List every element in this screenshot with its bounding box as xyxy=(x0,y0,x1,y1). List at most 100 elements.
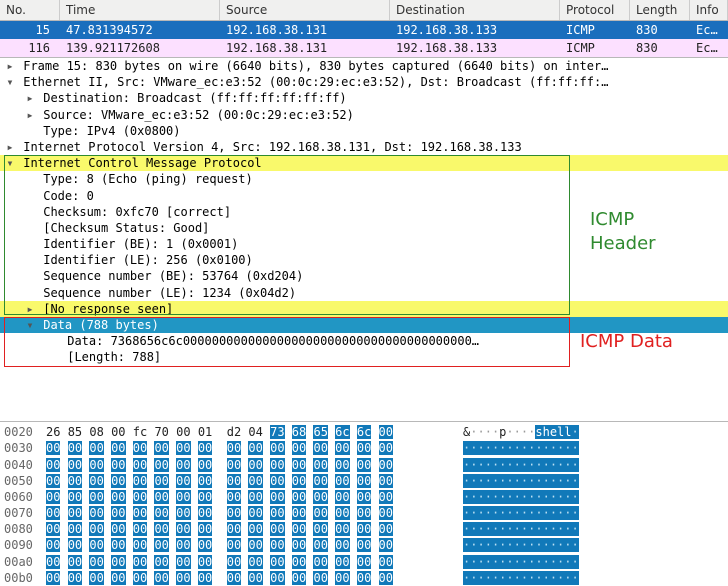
disclosure-triangle-icon[interactable]: ▸ xyxy=(24,107,36,123)
tree-text: Code: 0 xyxy=(36,189,94,203)
col-proto[interactable]: Protocol xyxy=(560,0,630,20)
col-no[interactable]: No. xyxy=(0,0,60,20)
tree-line[interactable]: ▾ Data (788 bytes) xyxy=(0,317,728,333)
cell-src: 192.168.38.131 xyxy=(220,39,390,57)
cell-proto: ICMP xyxy=(560,21,630,39)
hex-offset: 00b0 xyxy=(4,570,46,586)
tree-line[interactable]: ▸ Identifier (LE): 256 (0x0100) xyxy=(0,252,728,268)
packet-list-header: No. Time Source Destination Protocol Len… xyxy=(0,0,728,21)
tree-text: [No response seen] xyxy=(36,302,173,316)
tree-line[interactable]: ▸ Code: 0 xyxy=(0,188,728,204)
tree-line[interactable]: ▸ Type: 8 (Echo (ping) request) xyxy=(0,171,728,187)
cell-no: 15 xyxy=(0,21,60,39)
cell-dst: 192.168.38.133 xyxy=(390,21,560,39)
cell-dst: 192.168.38.133 xyxy=(390,39,560,57)
tree-line[interactable]: ▸ Checksum: 0xfc70 [correct] xyxy=(0,204,728,220)
cell-no: 116 xyxy=(0,39,60,57)
hex-row[interactable]: 006000 00 00 00 00 00 00 00 00 00 00 00 … xyxy=(4,489,724,505)
tree-line[interactable]: ▸ [Length: 788] xyxy=(0,349,728,365)
hex-ascii: ················ xyxy=(451,489,724,505)
hex-offset: 00a0 xyxy=(4,554,46,570)
hex-row[interactable]: 004000 00 00 00 00 00 00 00 00 00 00 00 … xyxy=(4,457,724,473)
hex-ascii: &····p····shell· xyxy=(451,424,724,440)
hex-bytes: 00 00 00 00 00 00 00 00 00 00 00 00 00 0… xyxy=(46,489,451,505)
hex-offset: 0030 xyxy=(4,440,46,456)
hex-row[interactable]: 008000 00 00 00 00 00 00 00 00 00 00 00 … xyxy=(4,521,724,537)
tree-text: Destination: Broadcast (ff:ff:ff:ff:ff:f… xyxy=(36,91,347,105)
hex-dump: 002026 85 08 00 fc 70 00 01 d2 04 73 68 … xyxy=(0,422,728,586)
tree-line[interactable]: ▸ Sequence number (BE): 53764 (0xd204) xyxy=(0,268,728,284)
cell-time: 47.831394572 xyxy=(60,21,220,39)
tree-text: Identifier (LE): 256 (0x0100) xyxy=(36,253,253,267)
hex-row[interactable]: 005000 00 00 00 00 00 00 00 00 00 00 00 … xyxy=(4,473,724,489)
hex-row[interactable]: 003000 00 00 00 00 00 00 00 00 00 00 00 … xyxy=(4,440,724,456)
cell-info: Ec… xyxy=(690,39,728,57)
hex-offset: 0090 xyxy=(4,537,46,553)
tree-line[interactable]: ▸ Internet Protocol Version 4, Src: 192.… xyxy=(0,139,728,155)
hex-offset: 0060 xyxy=(4,489,46,505)
packet-row[interactable]: 116139.921172608192.168.38.131192.168.38… xyxy=(0,39,728,57)
col-src[interactable]: Source xyxy=(220,0,390,20)
tree-line[interactable]: ▸ Data: 7368656c6c0000000000000000000000… xyxy=(0,333,728,349)
hex-row[interactable]: 007000 00 00 00 00 00 00 00 00 00 00 00 … xyxy=(4,505,724,521)
tree-line[interactable]: ▸ Destination: Broadcast (ff:ff:ff:ff:ff… xyxy=(0,90,728,106)
hex-bytes: 00 00 00 00 00 00 00 00 00 00 00 00 00 0… xyxy=(46,537,451,553)
cell-src: 192.168.38.131 xyxy=(220,21,390,39)
col-time[interactable]: Time xyxy=(60,0,220,20)
tree-line[interactable]: ▸ Identifier (BE): 1 (0x0001) xyxy=(0,236,728,252)
hex-offset: 0040 xyxy=(4,457,46,473)
hex-offset: 0070 xyxy=(4,505,46,521)
cell-time: 139.921172608 xyxy=(60,39,220,57)
hex-ascii: ················ xyxy=(451,457,724,473)
hex-bytes: 00 00 00 00 00 00 00 00 00 00 00 00 00 0… xyxy=(46,473,451,489)
hex-offset: 0050 xyxy=(4,473,46,489)
tree-line[interactable]: ▸ Source: VMware_ec:e3:52 (00:0c:29:ec:e… xyxy=(0,107,728,123)
tree-text: Identifier (BE): 1 (0x0001) xyxy=(36,237,238,251)
hex-ascii: ················ xyxy=(451,570,724,586)
col-len[interactable]: Length xyxy=(630,0,690,20)
hex-ascii: ················ xyxy=(451,473,724,489)
tree-line[interactable]: ▸ [No response seen] xyxy=(0,301,728,317)
hex-bytes: 26 85 08 00 fc 70 00 01 d2 04 73 68 65 6… xyxy=(46,424,451,440)
hex-ascii: ················ xyxy=(451,440,724,456)
packet-row[interactable]: 1547.831394572192.168.38.131192.168.38.1… xyxy=(0,21,728,39)
hex-row[interactable]: 00b000 00 00 00 00 00 00 00 00 00 00 00 … xyxy=(4,570,724,586)
disclosure-triangle-icon[interactable]: ▸ xyxy=(4,139,16,155)
tree-text: Type: 8 (Echo (ping) request) xyxy=(36,172,253,186)
tree-line[interactable]: ▾ Internet Control Message Protocol xyxy=(0,155,728,171)
disclosure-triangle-icon[interactable]: ▸ xyxy=(24,301,36,317)
tree-text: Internet Protocol Version 4, Src: 192.16… xyxy=(16,140,522,154)
hex-ascii: ················ xyxy=(451,554,724,570)
tree-text: Checksum: 0xfc70 [correct] xyxy=(36,205,231,219)
hex-bytes: 00 00 00 00 00 00 00 00 00 00 00 00 00 0… xyxy=(46,505,451,521)
cell-len: 830 xyxy=(630,39,690,57)
hex-ascii: ················ xyxy=(451,505,724,521)
tree-text: Type: IPv4 (0x0800) xyxy=(36,124,181,138)
tree-line[interactable]: ▾ Ethernet II, Src: VMware_ec:e3:52 (00:… xyxy=(0,74,728,90)
hex-bytes: 00 00 00 00 00 00 00 00 00 00 00 00 00 0… xyxy=(46,521,451,537)
tree-line[interactable]: ▸ [Checksum Status: Good] xyxy=(0,220,728,236)
disclosure-triangle-icon[interactable]: ▸ xyxy=(4,58,16,74)
hex-offset: 0020 xyxy=(4,424,46,440)
hex-row[interactable]: 002026 85 08 00 fc 70 00 01 d2 04 73 68 … xyxy=(4,424,724,440)
hex-bytes: 00 00 00 00 00 00 00 00 00 00 00 00 00 0… xyxy=(46,570,451,586)
tree-text: Sequence number (LE): 1234 (0x04d2) xyxy=(36,286,296,300)
col-dst[interactable]: Destination xyxy=(390,0,560,20)
hex-row[interactable]: 00a000 00 00 00 00 00 00 00 00 00 00 00 … xyxy=(4,554,724,570)
tree-line[interactable]: ▸ Type: IPv4 (0x0800) xyxy=(0,123,728,139)
disclosure-triangle-icon[interactable]: ▸ xyxy=(24,90,36,106)
cell-len: 830 xyxy=(630,21,690,39)
cell-info: Ec… xyxy=(690,21,728,39)
disclosure-triangle-icon[interactable]: ▾ xyxy=(4,74,16,90)
tree-line[interactable]: ▸ Frame 15: 830 bytes on wire (6640 bits… xyxy=(0,58,728,74)
tree-text: Sequence number (BE): 53764 (0xd204) xyxy=(36,269,303,283)
tree-text: Data: 7368656c6c000000000000000000000000… xyxy=(60,334,479,348)
disclosure-triangle-icon[interactable]: ▾ xyxy=(4,155,16,171)
tree-text: Ethernet II, Src: VMware_ec:e3:52 (00:0c… xyxy=(16,75,608,89)
col-info[interactable]: Info xyxy=(690,0,728,20)
hex-offset: 0080 xyxy=(4,521,46,537)
tree-line[interactable]: ▸ Sequence number (LE): 1234 (0x04d2) xyxy=(0,285,728,301)
hex-row[interactable]: 009000 00 00 00 00 00 00 00 00 00 00 00 … xyxy=(4,537,724,553)
disclosure-triangle-icon[interactable]: ▾ xyxy=(24,317,36,333)
hex-bytes: 00 00 00 00 00 00 00 00 00 00 00 00 00 0… xyxy=(46,440,451,456)
